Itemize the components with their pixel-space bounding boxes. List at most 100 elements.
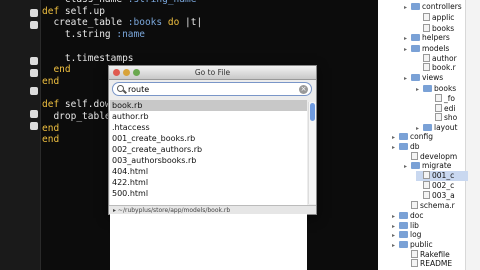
fold-marker[interactable] xyxy=(30,87,38,95)
disclosure-triangle-icon[interactable]: ▸ xyxy=(404,162,411,172)
tree-item[interactable]: 003_a xyxy=(416,191,468,201)
folder-icon xyxy=(411,3,420,10)
tree-item-label: 003_a xyxy=(432,191,455,200)
file-icon xyxy=(423,13,430,21)
folder-icon xyxy=(399,231,408,238)
fold-marker[interactable] xyxy=(30,57,38,65)
tree-item-label: db xyxy=(410,142,420,151)
disclosure-triangle-icon[interactable]: ▸ xyxy=(416,85,423,95)
folder-icon xyxy=(399,133,408,140)
result-item[interactable]: .htaccess xyxy=(110,122,307,133)
code-line[interactable]: t.timestamps xyxy=(42,53,202,65)
tree-item-label: books xyxy=(432,24,455,33)
folder-icon xyxy=(423,124,432,131)
tree-item-label: author xyxy=(432,54,457,63)
tree-item[interactable]: ▸ db xyxy=(392,142,468,152)
fold-marker[interactable] xyxy=(30,122,38,130)
file-icon xyxy=(423,24,430,32)
tree-item-label: controllers xyxy=(422,2,462,11)
result-item[interactable]: 001_create_books.rb xyxy=(110,133,307,144)
tree-item[interactable]: sho xyxy=(428,113,468,123)
line-gutter xyxy=(0,0,41,270)
tree-item[interactable]: 001_c xyxy=(416,171,468,181)
tree-item[interactable]: schema.r xyxy=(404,201,468,211)
tree-item[interactable]: applic xyxy=(416,13,468,23)
code-line[interactable]: def self.up xyxy=(42,6,202,18)
tree-item-label: config xyxy=(410,132,433,141)
tree-item[interactable]: ▸ public xyxy=(392,240,468,250)
path-bar: ▸ ~/rubyplus/store/app/models/book.rb xyxy=(109,205,316,214)
search-field[interactable]: × xyxy=(112,82,312,96)
disclosure-triangle-icon[interactable]: ▸ xyxy=(392,143,399,153)
disclosure-triangle-icon[interactable]: ▸ xyxy=(404,3,411,13)
file-icon xyxy=(423,54,430,62)
disclosure-triangle-icon[interactable]: ▸ xyxy=(404,34,411,44)
go-to-file-dialog: Go to File × book.rbauthor.rb.htaccess00… xyxy=(108,65,317,270)
folder-icon xyxy=(411,34,420,41)
tree-item-label: lib xyxy=(410,221,419,230)
tree-item[interactable]: ▸ controllers xyxy=(404,2,468,12)
folder-icon xyxy=(411,45,420,52)
clear-search-icon[interactable]: × xyxy=(299,85,308,94)
tree-item-label: _fo xyxy=(444,94,455,103)
search-input[interactable] xyxy=(128,84,288,95)
result-item[interactable]: author.rb xyxy=(110,111,307,122)
tree-item[interactable]: ▸ helpers xyxy=(404,33,468,43)
fold-marker[interactable] xyxy=(30,69,38,77)
tree-item[interactable]: ▸ models xyxy=(404,44,468,54)
file-icon xyxy=(423,191,430,199)
tree-item[interactable]: ▸ migrate xyxy=(404,161,468,171)
code-line[interactable]: t.string :name xyxy=(42,29,202,41)
results-scrollbar[interactable] xyxy=(308,102,316,204)
file-icon xyxy=(435,104,442,112)
tree-item-label: books xyxy=(434,84,457,93)
disclosure-triangle-icon[interactable]: ▸ xyxy=(404,74,411,84)
result-item[interactable]: book.rb xyxy=(110,100,307,111)
fold-marker[interactable] xyxy=(30,21,38,29)
file-icon xyxy=(435,94,442,102)
tree-item[interactable]: ▸ config xyxy=(392,132,468,142)
disclosure-triangle-icon[interactable]: ▸ xyxy=(392,241,399,251)
folder-icon xyxy=(411,162,420,169)
folder-icon xyxy=(399,143,408,150)
tree-item[interactable]: README xyxy=(404,259,468,269)
dialog-titlebar: Go to File xyxy=(109,66,316,80)
file-icon xyxy=(411,259,418,267)
disclosure-triangle-icon[interactable]: ▸ xyxy=(404,45,411,55)
tree-item[interactable]: _fo xyxy=(428,94,468,104)
file-icon xyxy=(411,152,418,160)
result-item[interactable]: 500.html xyxy=(110,188,307,199)
dialog-title: Go to File xyxy=(194,68,231,77)
path-text: ~/rubyplus/store/app/models/book.rb xyxy=(117,207,231,214)
tree-item-label: edi xyxy=(444,104,456,113)
result-item[interactable]: 422.html xyxy=(110,177,307,188)
code-line[interactable]: create_table :books do |t| xyxy=(42,17,202,29)
folder-icon xyxy=(399,212,408,219)
result-item[interactable]: 003_authorsbooks.rb xyxy=(110,155,307,166)
file-icon xyxy=(423,181,430,189)
tree-item-label: sho xyxy=(444,113,458,122)
tree-item-label: models xyxy=(422,44,450,53)
tree-item-label: applic xyxy=(432,13,455,22)
result-item[interactable]: 404.html xyxy=(110,166,307,177)
scroll-thumb[interactable] xyxy=(310,103,315,121)
code-line[interactable] xyxy=(42,41,202,53)
tree-item[interactable]: 002_c xyxy=(416,181,468,191)
file-icon xyxy=(411,201,418,209)
tree-item[interactable]: book.r xyxy=(416,63,468,73)
tree-item[interactable]: ▸ doc xyxy=(392,211,468,221)
fold-marker[interactable] xyxy=(30,9,38,17)
tree-item[interactable]: ▸ views xyxy=(404,73,468,83)
tree-item-label: doc xyxy=(410,211,424,220)
tree-item-label: 002_c xyxy=(432,181,455,190)
tree-item-label: 001_c xyxy=(432,171,455,180)
tree-item-label: layout xyxy=(434,123,458,132)
fold-marker[interactable] xyxy=(30,110,38,118)
results[interactable]: book.rb author.rb .htaccess 001_create_book… xyxy=(110,100,307,206)
result-item[interactable]: 002_create_authors.rb xyxy=(110,144,307,155)
results-list[interactable]: book.rb author.rb .htaccess 001_create_book… xyxy=(110,100,307,270)
file-icon xyxy=(435,113,442,121)
fold-markers xyxy=(28,0,40,270)
tree-item[interactable]: ▸ books xyxy=(416,84,468,94)
tree-item[interactable]: ▸ log xyxy=(392,230,468,240)
